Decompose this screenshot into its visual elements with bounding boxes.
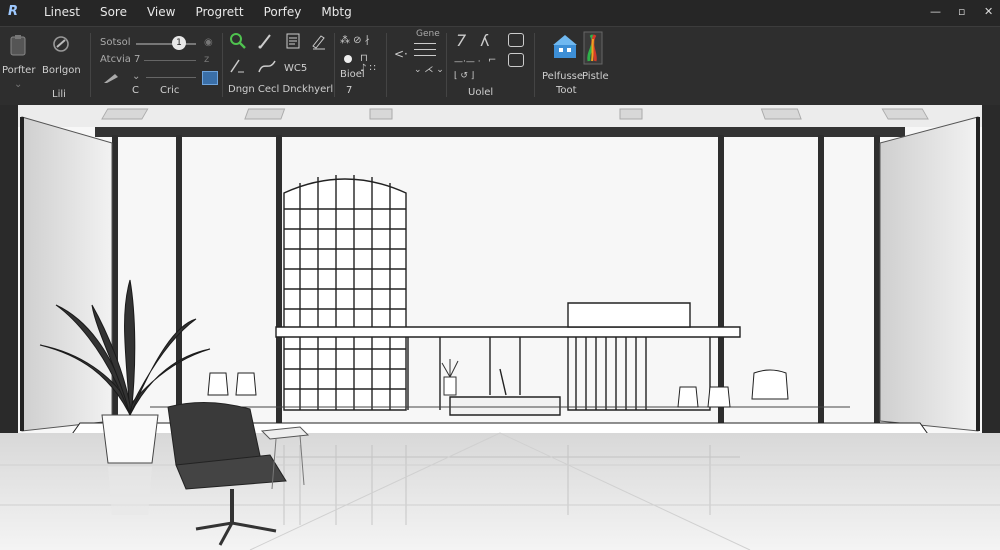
bottom-mid-label: Cric [160,85,180,96]
slider-track[interactable] [136,43,196,45]
design-label[interactable]: Borlgon [42,65,81,76]
block-group: ⁂ ⊘ ∤ ⊓ Bioel ♪ ∷ 7 [338,27,388,103]
ribbon-separator [386,33,387,97]
axis-value: 7 [134,54,141,65]
music-note-icon[interactable]: ♪ ∷ [360,63,376,74]
axis-track[interactable] [144,60,196,61]
title-bar: R Linest Sore View Progrett Porfey Mbtg … [0,0,1000,26]
3d-viewport[interactable] [0,105,1000,550]
draw-group: WC5 Dngn Cecl Dnckhyerl [226,27,336,103]
ribbon-toolbar: Porfter ⌄ Borlgon Lili Sotsol 1 ◉ Atcvia… [0,26,1000,106]
gene-label: Gene [416,29,440,39]
curve-tool-icon[interactable] [256,57,278,75]
menu-bar: Linest Sore View Progrett Porfey Mbtg [44,5,352,19]
slider-label: Sotsol [100,37,131,48]
eye-icon[interactable]: ◉ [204,37,213,48]
pencil-icon[interactable] [256,31,274,51]
document-icon[interactable] [284,31,302,51]
menu-item-view[interactable]: View [147,5,175,19]
point-icon[interactable] [344,55,352,63]
palette-sub-label: Toot [556,85,577,96]
model-group: 7 ʎ —·— · ⌐ ⌊ ↺ ⌋ Uolel [450,27,534,103]
maximize-button[interactable]: ▫ [958,5,965,18]
gene-group: <· Gene ⌄ ⋌ ⌄ [390,27,444,103]
draw-group-label: Dngn Cecl Dnckhyerl [228,84,334,95]
slider-group: Sotsol 1 ◉ Atcvia 7 z ⌄ C Cric [96,27,220,103]
arrow-left-icon[interactable]: <· [394,47,408,61]
ruler-icon[interactable]: —·— · [454,57,481,67]
axis-unit: z [204,54,210,65]
block-number: 7 [346,85,353,96]
menu-item-porfey[interactable]: Porfey [264,5,302,19]
pen-dropdown-icon[interactable]: ⌄ [132,71,140,82]
signature-icon[interactable] [310,31,328,51]
slider-thumb[interactable]: 1 [172,36,186,50]
clipboard-icon[interactable] [8,33,28,57]
list-line-icon[interactable] [414,55,436,56]
right-glass-panel [879,116,979,432]
rotate-icon[interactable]: ⌊ ↺ ⌋ [454,71,474,81]
palette-group: Pelfusse Pistle Toot [538,27,618,103]
search-icon[interactable] [228,31,248,51]
design-group: Borlgon Lili [38,27,88,103]
link-icon[interactable]: ⌐ [488,55,496,66]
window-header-beam [95,127,905,137]
layer-icon[interactable] [508,53,524,67]
ribbon-separator [222,33,223,97]
ribbon-separator [534,33,535,97]
wcs-label[interactable]: WC5 [284,63,307,74]
snap-icon[interactable]: ⁂ ⊘ ∤ [340,35,370,46]
bottom-left-label: C [132,85,139,96]
left-glass-panel [21,116,113,432]
frame-icon[interactable] [508,33,524,47]
line-tool-icon[interactable] [228,57,246,75]
minimize-button[interactable]: — [930,5,941,18]
menu-item-sore[interactable]: Sore [100,5,127,19]
model-label: Uolel [468,87,494,98]
menu-item-progrett[interactable]: Progrett [195,5,243,19]
profile-label[interactable]: Pistle [582,71,609,82]
ribbon-separator [90,33,91,97]
ceiling [0,105,1000,127]
portfolio-dropdown-icon[interactable]: ⌄ [14,79,22,90]
expand-arrows-icon[interactable]: ⌄ ⋌ ⌄ [414,65,444,75]
seven-icon[interactable]: 7 [456,31,466,50]
axis-label: Atcvia [100,54,131,65]
app-logo[interactable]: R [8,4,28,22]
tower-building [283,175,407,411]
portfolio-group: Porfter ⌄ [0,27,38,103]
list-line-icon[interactable] [414,49,436,50]
menu-item-mbtg[interactable]: Mbtg [321,5,351,19]
portfolio-label[interactable]: Porfter [2,65,35,76]
menu-item-linest[interactable]: Linest [44,5,80,19]
list-line-icon[interactable] [414,43,436,44]
profile-chart-icon[interactable] [582,31,604,65]
pen-track[interactable] [146,77,196,78]
design-sub-label: Lili [52,89,66,100]
ribbon-separator [446,33,447,97]
window-icon[interactable] [202,71,218,85]
paint-brush-icon[interactable] [50,33,72,55]
lambda-icon[interactable]: ʎ [480,31,489,50]
palette-label[interactable]: Pelfusse [542,71,583,82]
ribbon-separator [334,33,335,97]
building-palette-icon[interactable] [550,31,580,61]
close-button[interactable]: ✕ [984,5,993,18]
scene-canvas[interactable] [0,105,1000,550]
pen-tool-icon[interactable] [102,71,120,85]
